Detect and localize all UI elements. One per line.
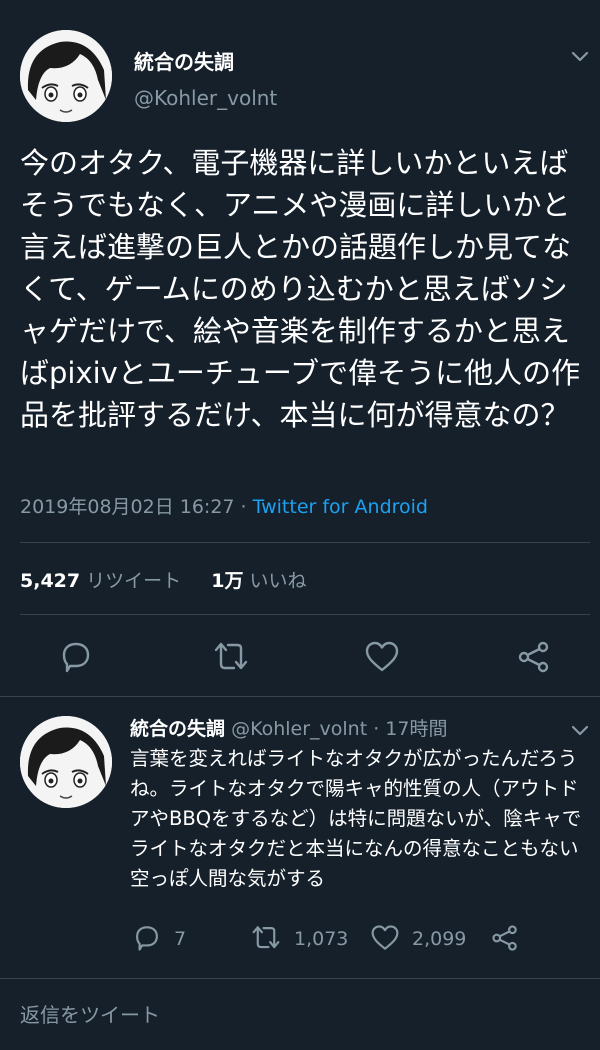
reply-like-count: 2,099 [412,928,467,950]
chevron-down-icon[interactable] [568,718,592,742]
divider [20,542,590,543]
like-icon[interactable] [364,640,400,674]
like-icon[interactable] [370,924,400,952]
reply-tweet[interactable]: 統合の失調 @Kohler_volnt · 17時間 言葉を変えればライトなオタ… [0,700,600,970]
share-icon[interactable] [516,640,552,674]
tweet-client-link[interactable]: Twitter for Android [253,496,428,518]
user-handle[interactable]: @Kohler_volnt [134,86,277,110]
reply-display-name[interactable]: 統合の失調 [130,718,225,740]
reply-compose-input[interactable]: 返信をツイート [20,999,160,1028]
reply-icon[interactable] [132,924,162,952]
reply-icon[interactable] [58,640,94,674]
reply-text: 言葉を変えればライトなオタクが広がったんだろうね。ライトなオタクで陽キャ的性質の… [130,747,582,890]
avatar[interactable] [20,716,112,808]
display-name[interactable]: 統合の失調 [134,46,234,75]
divider [0,978,600,979]
retweet-icon[interactable] [212,640,250,674]
tweet-text: 今のオタク、電子機器に詳しいかといえばそうでもなく、アニメや漫画に詳しいかと言え… [20,146,581,432]
tweet-meta: 2019年08月02日 16:27 · Twitter for Android [20,492,428,519]
tweet-timestamp[interactable]: 2019年08月02日 16:27 [20,496,235,518]
like-count[interactable]: 1万 [211,570,243,592]
retweet-label[interactable]: リツイート [86,570,181,592]
reply-header: 統合の失調 @Kohler_volnt · 17時間 [130,714,447,741]
reply-retweet-count: 1,073 [294,928,349,950]
divider [20,614,590,615]
tweet-stats: 5,427 リツイート 1万 いいね [20,566,307,593]
divider [0,696,600,697]
reply-count: 7 [174,928,187,950]
reply-compose-bar[interactable]: 返信をツイート [0,985,600,1050]
reply-time: · 17時間 [373,718,448,740]
avatar[interactable] [20,30,112,122]
chevron-down-icon[interactable] [568,44,592,68]
reply-handle[interactable]: @Kohler_volnt [231,718,367,740]
main-tweet: 統合の失調 @Kohler_volnt 今のオタク、電子機器に詳しいかといえばそ… [0,0,600,700]
like-label[interactable]: いいね [250,570,307,592]
meta-separator: · [234,496,253,518]
retweet-icon[interactable] [250,924,282,952]
retweet-count[interactable]: 5,427 [20,570,80,592]
share-icon[interactable] [490,924,520,952]
